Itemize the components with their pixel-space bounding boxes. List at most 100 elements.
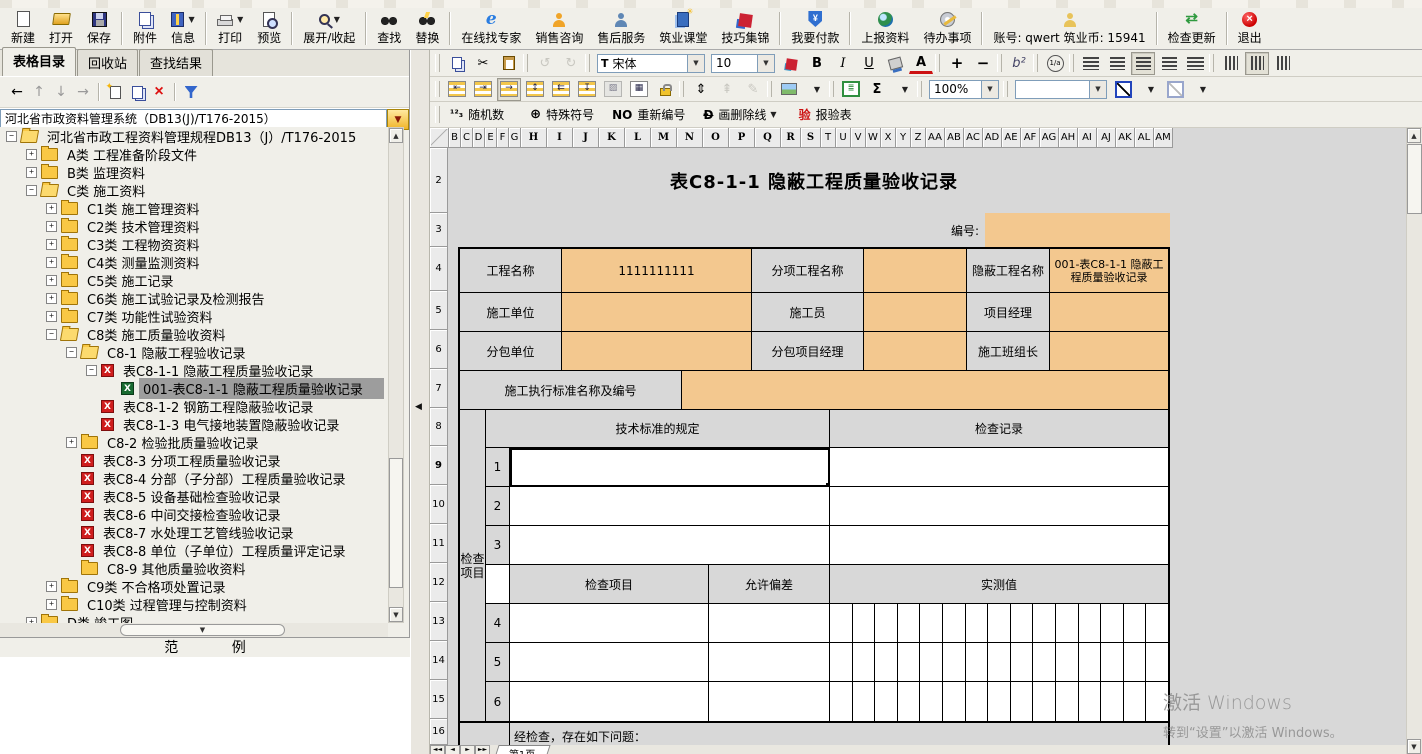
- measure-cell[interactable]: [853, 643, 876, 681]
- plus-expander-icon[interactable]: +: [26, 149, 37, 160]
- sum-dropdown[interactable]: ▼: [891, 78, 915, 101]
- tree-item[interactable]: −河北省市政工程资料管理规程DB13（J）/T176-2015: [0, 127, 388, 145]
- measure-cell[interactable]: [1033, 682, 1056, 721]
- tree-item[interactable]: X表C8-1-3 电气接地装置隐蔽验收记录: [0, 415, 388, 433]
- measure-cell[interactable]: [1101, 643, 1124, 681]
- insert-image-icon[interactable]: [777, 78, 801, 101]
- tree-item[interactable]: +C7类 功能性试验资料: [0, 307, 388, 325]
- strikeline-button[interactable]: Ð画删除线▼: [698, 103, 781, 126]
- measure-cell[interactable]: [1033, 643, 1056, 681]
- field-label-cell[interactable]: 分包项目经理: [752, 332, 864, 371]
- toolbar-button[interactable]: 售后服务: [590, 8, 652, 49]
- align-right-icon[interactable]: [1157, 52, 1181, 75]
- toolbar-button[interactable]: e在线找专家: [454, 8, 528, 49]
- plus-expander-icon[interactable]: +: [26, 167, 37, 178]
- measure-cell[interactable]: [830, 682, 853, 721]
- tree-item[interactable]: C8-9 其他质量验收资料: [0, 559, 388, 577]
- tree-item[interactable]: −C8-1 隐蔽工程验收记录: [0, 343, 388, 361]
- measure-cell[interactable]: [920, 682, 943, 721]
- font-name-dropdown[interactable]: ▼: [687, 55, 704, 72]
- delete-form-icon[interactable]: ×: [148, 81, 170, 103]
- form-title-cell[interactable]: 表C8-1-1 隐蔽工程质量验收记录: [458, 148, 1170, 213]
- column-header-AM[interactable]: AM: [1154, 128, 1173, 148]
- record-entry-cell[interactable]: [830, 526, 1168, 565]
- sheet-scroll-down[interactable]: ▼: [1407, 739, 1421, 754]
- toolbar-grip[interactable]: [435, 54, 440, 72]
- diagonal-border2-icon[interactable]: [1163, 78, 1187, 101]
- valign-bottom-icon[interactable]: [1271, 52, 1295, 75]
- tree-item[interactable]: +C3类 工程物资资料: [0, 235, 388, 253]
- account-info[interactable]: 账号: qwert 筑业币: 15941: [986, 8, 1152, 49]
- align-center-icon[interactable]: [1131, 52, 1155, 75]
- measured-value-header-cell[interactable]: 实测值: [830, 565, 1168, 604]
- deviation-entry-cell[interactable]: [709, 643, 830, 682]
- insert-image-dropdown[interactable]: ▼: [803, 78, 827, 101]
- regulation-entry-cell[interactable]: [510, 487, 830, 526]
- toolbar-button[interactable]: ⇄检查更新: [1161, 8, 1223, 49]
- sidebar-tab-recycle[interactable]: 回收站: [77, 49, 138, 76]
- row-header-16[interactable]: 16: [430, 719, 448, 745]
- row-header-15[interactable]: 15: [430, 680, 448, 719]
- toolbar-button[interactable]: ¥我要付款: [784, 8, 846, 49]
- field-value-cell[interactable]: [864, 332, 967, 371]
- row-header-10[interactable]: 10: [430, 485, 448, 524]
- toolbar-button[interactable]: 保存: [80, 8, 118, 49]
- column-header-AI[interactable]: AI: [1078, 128, 1097, 148]
- field-value-cell[interactable]: [1050, 332, 1168, 371]
- row-number-cell[interactable]: 1: [486, 448, 510, 487]
- check-record-header-cell[interactable]: 检查记录: [830, 410, 1168, 448]
- field-label-cell[interactable]: 工程名称: [460, 249, 562, 293]
- nav-back-arrow[interactable]: ←: [6, 81, 28, 103]
- row-header-4[interactable]: 4: [430, 247, 448, 291]
- number-label[interactable]: 编号:: [913, 222, 985, 239]
- tree-scrollbar[interactable]: ▲ ▼: [388, 127, 404, 623]
- diagonal-border2-dropdown[interactable]: ▼: [1189, 78, 1213, 101]
- special-symbol-button[interactable]: ⊕特殊符号: [525, 103, 599, 126]
- column-header-C[interactable]: C: [461, 128, 473, 148]
- tree-item[interactable]: X表C8-5 设备基础检查验收记录: [0, 487, 388, 505]
- sheet-tab[interactable]: 第1页: [493, 745, 551, 754]
- column-header-H[interactable]: H: [521, 128, 547, 148]
- measure-cell[interactable]: [966, 604, 989, 642]
- measure-cell[interactable]: [1101, 682, 1124, 721]
- column-header-R[interactable]: R: [781, 128, 801, 148]
- measure-cell[interactable]: [1056, 643, 1079, 681]
- fill-color-icon[interactable]: [883, 52, 907, 75]
- plus-expander-icon[interactable]: +: [66, 437, 77, 448]
- sum-icon[interactable]: Σ: [865, 78, 889, 101]
- tree-horizontal-thumb[interactable]: ▼: [120, 624, 285, 636]
- sidebar-tab-search[interactable]: 查找结果: [139, 49, 213, 76]
- toolbar-button[interactable]: 技巧集锦: [714, 8, 776, 49]
- row-number-cell[interactable]: 3: [486, 526, 510, 565]
- row-header-2[interactable]: 2: [430, 148, 448, 213]
- tree-item[interactable]: +C5类 施工记录: [0, 271, 388, 289]
- measure-cell[interactable]: [1011, 604, 1034, 642]
- column-header-AL[interactable]: AL: [1135, 128, 1154, 148]
- zoom-combo[interactable]: 100%▼: [929, 80, 999, 99]
- measure-cell[interactable]: [988, 682, 1011, 721]
- insert-cell-left-icon[interactable]: ⇤: [445, 78, 469, 101]
- field-label-cell[interactable]: 隐蔽工程名称: [967, 249, 1050, 293]
- column-header-AK[interactable]: AK: [1116, 128, 1135, 148]
- tree-scroll-up[interactable]: ▲: [389, 128, 403, 143]
- row-header-3[interactable]: 3: [430, 213, 448, 247]
- toolbar-button[interactable]: ▼打印: [210, 8, 250, 49]
- diagonal-border-dropdown[interactable]: ▼: [1137, 78, 1161, 101]
- sheet-scroll-thumb[interactable]: [1407, 144, 1422, 214]
- superscript-button[interactable]: b²: [1007, 52, 1031, 75]
- column-header-W[interactable]: W: [866, 128, 881, 148]
- tree-item[interactable]: +C1类 施工管理资料: [0, 199, 388, 217]
- column-header-G[interactable]: G: [509, 128, 521, 148]
- number-value-cell[interactable]: [985, 213, 1170, 247]
- minus-expander-icon[interactable]: −: [66, 347, 77, 358]
- column-header-AA[interactable]: AA: [926, 128, 945, 148]
- measure-cell[interactable]: [1056, 682, 1079, 721]
- tree-item[interactable]: +A类 工程准备阶段文件: [0, 145, 388, 163]
- toolbar-grip[interactable]: [435, 81, 440, 98]
- measure-cell[interactable]: [943, 643, 966, 681]
- row-header-8[interactable]: 8: [430, 408, 448, 446]
- column-header-K[interactable]: K: [599, 128, 625, 148]
- column-header-M[interactable]: M: [651, 128, 677, 148]
- field-label-cell[interactable]: 施工班组长: [967, 332, 1050, 371]
- column-header-N[interactable]: N: [677, 128, 703, 148]
